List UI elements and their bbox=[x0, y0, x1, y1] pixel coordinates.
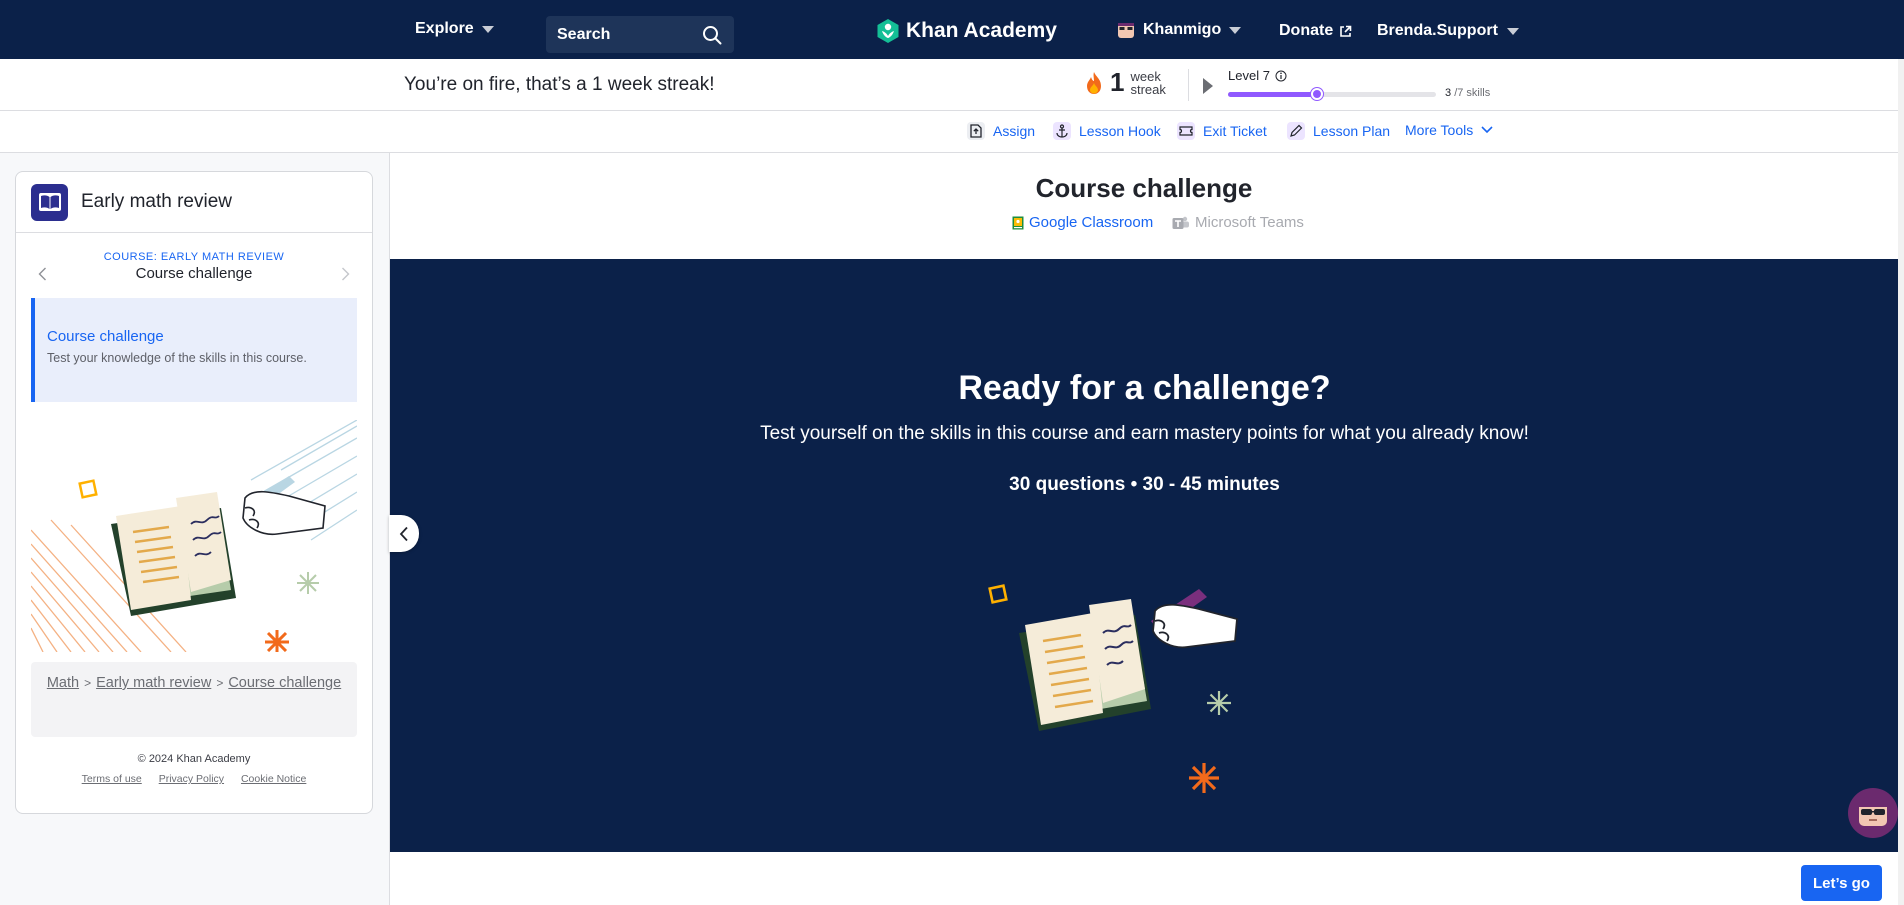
sidebar-header: Early math review bbox=[16, 172, 372, 233]
khan-leaf-icon bbox=[877, 19, 899, 43]
copyright: © 2024 Khan Academy bbox=[137, 753, 251, 765]
khanmigo-chat-button[interactable] bbox=[1848, 788, 1898, 838]
divider bbox=[1188, 69, 1189, 101]
lesson-plan-label: Lesson Plan bbox=[1313, 123, 1391, 139]
anchor-icon bbox=[1053, 122, 1071, 140]
level-label: Level 7 bbox=[1228, 68, 1287, 83]
external-link-icon bbox=[1340, 25, 1352, 37]
terms-link[interactable]: Terms of use bbox=[82, 773, 142, 785]
khanmigo-avatar-icon bbox=[1118, 23, 1134, 38]
chevron-down-icon bbox=[1481, 126, 1493, 134]
khan-academy-logo[interactable]: Khan Academy bbox=[876, 18, 1057, 44]
lets-go-button[interactable]: Let’s go bbox=[1801, 865, 1882, 901]
streak-counter[interactable]: 1 week streak bbox=[1084, 67, 1166, 98]
pencil-icon bbox=[1287, 122, 1305, 140]
fire-icon bbox=[1087, 71, 1101, 94]
assign-button[interactable]: Assign bbox=[967, 122, 1035, 140]
page-scrollbar[interactable] bbox=[1898, 59, 1904, 905]
assign-label: Assign bbox=[993, 123, 1036, 139]
challenge-hero: Ready for a challenge? Test yourself on … bbox=[390, 259, 1899, 852]
streak-number: 1 bbox=[1110, 67, 1125, 97]
streak-unit-bottom: streak bbox=[1130, 81, 1166, 97]
assign-icon bbox=[967, 122, 985, 140]
breadcrumb-course-challenge[interactable]: Course challenge bbox=[228, 675, 341, 691]
level-progress-knob bbox=[1311, 88, 1324, 100]
search-icon[interactable] bbox=[702, 25, 722, 45]
google-classroom-button[interactable]: Google Classroom bbox=[1012, 214, 1153, 231]
challenge-hero-illustration bbox=[988, 584, 1238, 793]
chevron-down-icon bbox=[1229, 26, 1242, 34]
microsoft-teams-button[interactable]: Microsoft Teams bbox=[1172, 214, 1304, 231]
breadcrumb: Math > Early math review > Course challenge bbox=[31, 662, 357, 737]
hero-meta: 30 questions • 30 - 45 minutes bbox=[1009, 474, 1280, 495]
level-progress-bar bbox=[1228, 88, 1436, 100]
lesson-hook-label: Lesson Hook bbox=[1079, 123, 1161, 139]
skills-total: /7 skills bbox=[1454, 87, 1491, 99]
privacy-link[interactable]: Privacy Policy bbox=[159, 773, 224, 785]
breadcrumb-early-math-review[interactable]: Early math review bbox=[96, 675, 211, 691]
page-title: Course challenge bbox=[1035, 173, 1253, 203]
logo-text: Khan Academy bbox=[906, 19, 1057, 42]
challenge-illustration bbox=[30, 419, 358, 653]
donate-link[interactable]: Donate bbox=[1279, 22, 1352, 40]
more-tools-button[interactable]: More Tools bbox=[1405, 122, 1493, 138]
breadcrumb-math[interactable]: Math bbox=[47, 675, 79, 691]
unit-navigator: COURSE: EARLY MATH REVIEW Course challen… bbox=[16, 233, 372, 298]
current-unit: Course challenge bbox=[135, 265, 253, 282]
user-menu[interactable]: Brenda.Support bbox=[1377, 22, 1519, 40]
top-nav: Explore Khan Academy Khanmigo Donate Bre… bbox=[0, 0, 1904, 59]
open-book-icon bbox=[31, 183, 68, 221]
khanmigo-label: Khanmigo bbox=[1143, 21, 1222, 38]
hero-title: Ready for a challenge? bbox=[958, 369, 1331, 407]
exit-ticket-button[interactable]: Exit Ticket bbox=[1177, 122, 1267, 140]
level-skills: 3 /7 skills bbox=[1445, 87, 1490, 99]
google-classroom-icon bbox=[1012, 216, 1024, 229]
sidebar-item-desc: Test your knowledge of the skills in thi… bbox=[47, 351, 307, 365]
donate-label: Donate bbox=[1279, 22, 1334, 39]
breadcrumb-separator: > bbox=[216, 676, 224, 690]
chevron-right-icon[interactable] bbox=[341, 267, 350, 281]
course-sidebar: Early math review COURSE: EARLY MATH REV… bbox=[15, 171, 373, 814]
course-crumb[interactable]: COURSE: EARLY MATH REVIEW bbox=[16, 251, 372, 263]
cookie-link[interactable]: Cookie Notice bbox=[241, 773, 306, 785]
explore-label: Explore bbox=[415, 20, 474, 37]
microsoft-teams-icon bbox=[1172, 216, 1189, 229]
microsoft-teams-label: Microsoft Teams bbox=[1195, 214, 1304, 231]
search-input[interactable] bbox=[557, 25, 697, 44]
hero-subtitle: Test yourself on the skills in this cour… bbox=[760, 423, 1529, 444]
khanmigo-avatar-icon bbox=[1859, 802, 1887, 826]
skills-done: 3 bbox=[1445, 87, 1452, 99]
teacher-tools-bar: Assign Lesson Hook Exit Ticket Lesson Pl… bbox=[0, 111, 1904, 153]
streak-unit: week streak bbox=[1130, 70, 1165, 96]
footer-links: Terms of use Privacy Policy Cookie Notic… bbox=[16, 773, 372, 785]
chevron-left-icon bbox=[399, 526, 408, 541]
level-progress-fill bbox=[1228, 88, 1324, 100]
chevron-down-icon bbox=[481, 25, 494, 33]
google-classroom-label: Google Classroom bbox=[1029, 214, 1154, 231]
streak-message: You’re on fire, that’s a 1 week streak! bbox=[404, 74, 715, 95]
search-box[interactable] bbox=[546, 16, 734, 53]
sidebar-item-title: Course challenge bbox=[47, 328, 164, 345]
level-text: Level 7 bbox=[1228, 68, 1270, 83]
play-icon[interactable] bbox=[1203, 78, 1213, 94]
explore-menu[interactable]: Explore bbox=[415, 20, 494, 38]
info-icon[interactable] bbox=[1275, 70, 1287, 82]
khanmigo-menu[interactable]: Khanmigo bbox=[1117, 21, 1242, 39]
exit-ticket-label: Exit Ticket bbox=[1203, 123, 1267, 139]
lesson-plan-button[interactable]: Lesson Plan bbox=[1287, 122, 1390, 140]
streak-bar: You’re on fire, that’s a 1 week streak! … bbox=[0, 59, 1898, 111]
breadcrumb-separator: > bbox=[84, 676, 92, 690]
course-title[interactable]: Early math review bbox=[81, 191, 232, 213]
lesson-hook-button[interactable]: Lesson Hook bbox=[1053, 122, 1161, 140]
main-content: Course challenge Google Classroom Micros… bbox=[389, 153, 1899, 905]
ticket-icon bbox=[1177, 122, 1195, 140]
chevron-down-icon bbox=[1506, 27, 1519, 35]
user-name: Brenda.Support bbox=[1377, 22, 1498, 39]
sidebar-item-course-challenge[interactable]: Course challenge Test your knowledge of … bbox=[31, 298, 357, 402]
more-tools-label: More Tools bbox=[1405, 122, 1474, 138]
